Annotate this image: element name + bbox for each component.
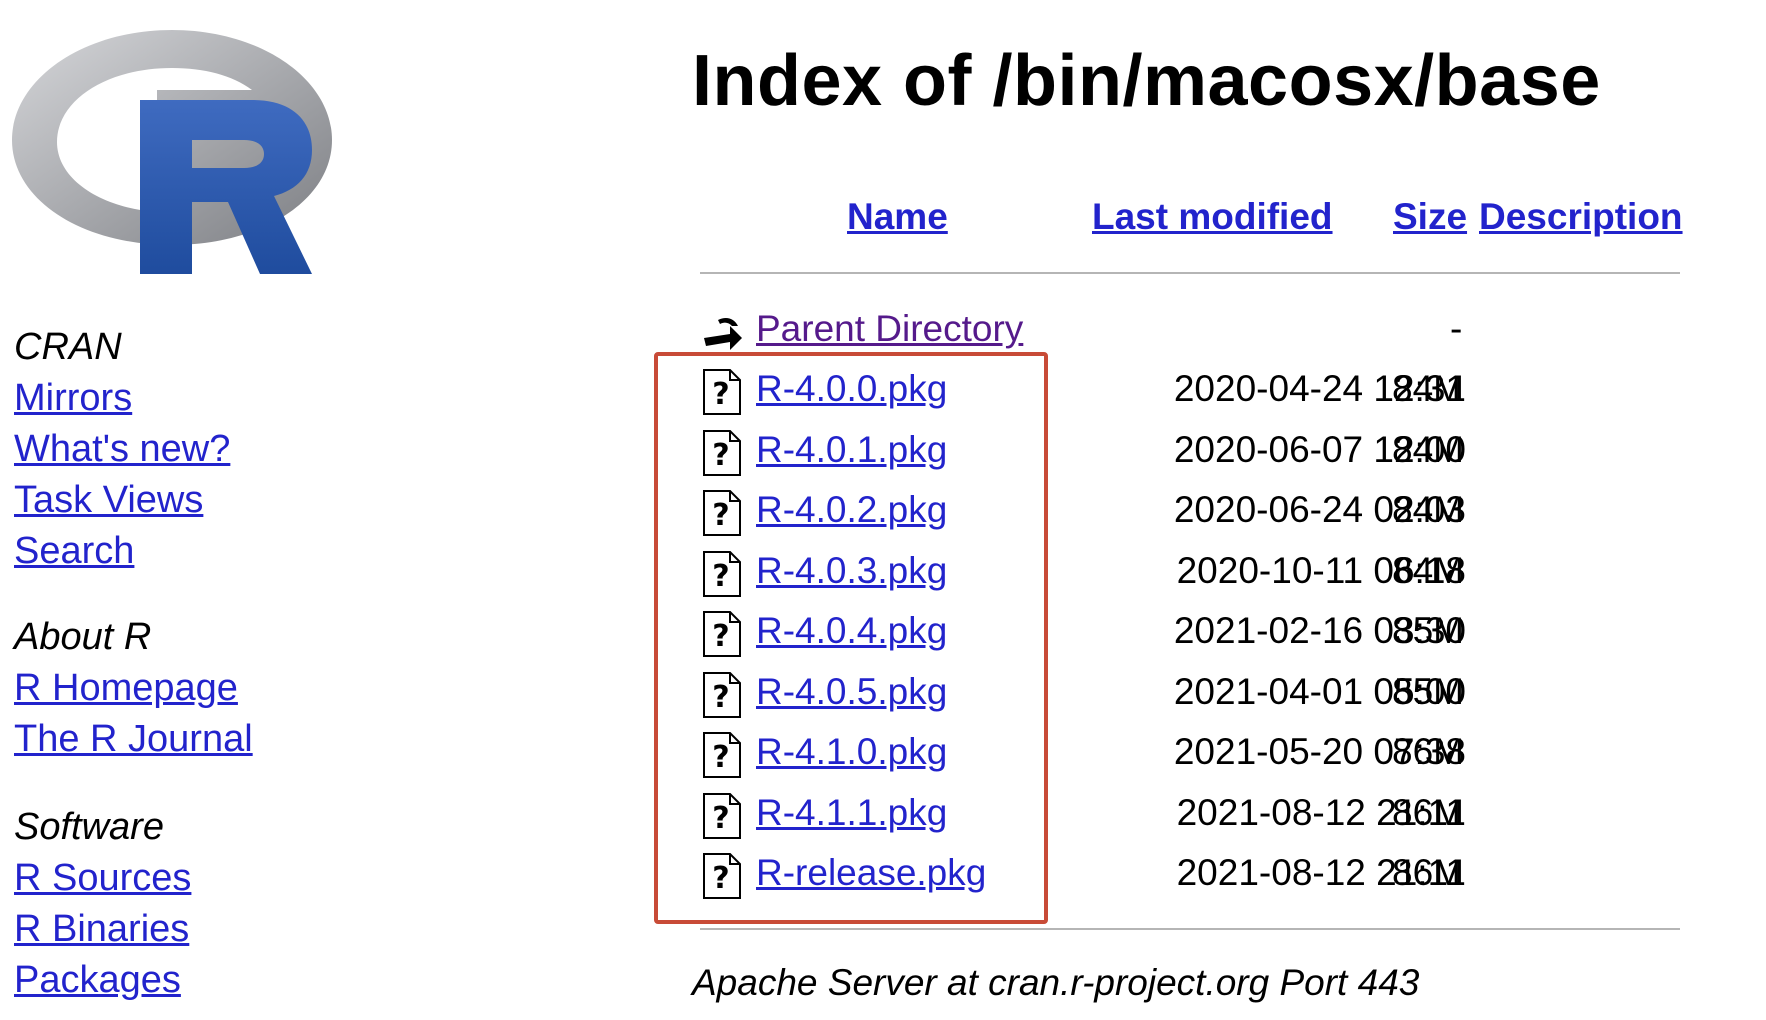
file-size: 86M [1392, 731, 1464, 772]
back-arrow-icon [704, 318, 742, 350]
sidebar-link-mirrors[interactable]: Mirrors [14, 373, 230, 424]
sidebar-cran-section: CRAN Mirrors What's new? Task Views Sear… [14, 322, 230, 577]
highlight-box [654, 352, 1048, 924]
column-header-description[interactable]: Description [1479, 196, 1683, 238]
file-size: 85M [1392, 610, 1464, 651]
sidebar-link-packages[interactable]: Packages [14, 955, 191, 1006]
sidebar-about-section: About R R Homepage The R Journal [14, 612, 253, 765]
sidebar-link-r-binaries[interactable]: R Binaries [14, 904, 191, 955]
sidebar-link-r-sources[interactable]: R Sources [14, 853, 191, 904]
column-header-name[interactable]: Name [847, 196, 948, 238]
sidebar-heading-about: About R [14, 616, 152, 658]
page-title: Index of /bin/macosx/base [692, 41, 1601, 121]
file-size: 84M [1392, 489, 1464, 530]
sidebar-heading-software: Software [14, 806, 164, 848]
parent-directory-size: - [1450, 308, 1463, 349]
server-footer: Apache Server at cran.r-project.org Port… [692, 962, 1420, 1003]
sidebar-link-r-homepage[interactable]: R Homepage [14, 663, 253, 714]
sidebar-link-search[interactable]: Search [14, 526, 230, 577]
file-size: 86M [1392, 791, 1464, 833]
column-header-last-modified[interactable]: Last modified [1092, 196, 1333, 238]
sidebar-link-task-views[interactable]: Task Views [14, 475, 230, 526]
sidebar-link-whats-new[interactable]: What's new? [14, 424, 230, 475]
file-size: 84M [1392, 368, 1464, 409]
r-logo [12, 30, 332, 274]
column-header-size[interactable]: Size [1393, 196, 1467, 238]
file-size: 84M [1392, 428, 1464, 470]
footer-divider [700, 928, 1680, 930]
file-size: 86M [1392, 852, 1464, 893]
file-size: 84M [1392, 549, 1464, 591]
header-divider [700, 272, 1680, 274]
sidebar-software-section: Software R Sources R Binaries Packages [14, 802, 191, 1006]
sidebar-heading-cran: CRAN [14, 326, 122, 368]
parent-directory-link[interactable]: Parent Directory [756, 308, 1023, 350]
file-size: 85M [1392, 670, 1464, 712]
sidebar-link-r-journal[interactable]: The R Journal [14, 714, 253, 765]
